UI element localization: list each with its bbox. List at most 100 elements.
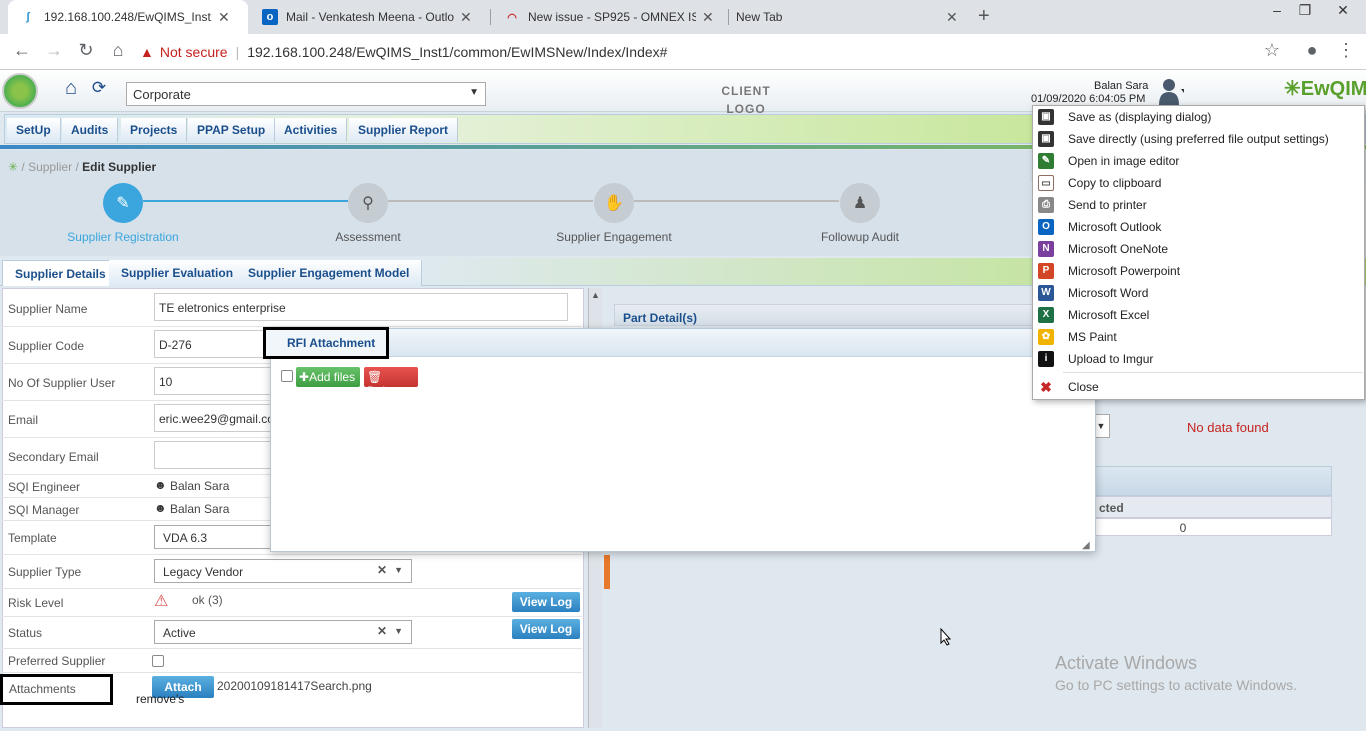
menu-item-word[interactable]: W Microsoft Word <box>1033 282 1364 304</box>
supplier-code-field[interactable]: D-276 <box>154 330 272 358</box>
menu-activities[interactable]: Activities <box>275 118 348 142</box>
tab-close-icon[interactable]: ✕ <box>702 9 714 26</box>
menu-setup[interactable]: SetUp <box>7 118 61 142</box>
forward-arrow-icon[interactable]: → <box>42 40 66 61</box>
chevron-down-icon: ▼ <box>394 565 403 575</box>
delete-button[interactable]: 🗑Delete <box>364 367 418 398</box>
tab-supplier-details[interactable]: Supplier Details <box>2 260 119 286</box>
imgur-icon: i <box>1038 351 1054 367</box>
menu-item-save-as[interactable]: ▣ Save as (displaying dialog) <box>1033 106 1364 128</box>
no-supplier-user-label: No Of Supplier User <box>8 376 116 390</box>
template-select[interactable]: VDA 6.3 <box>154 525 272 549</box>
menu-item-onenote[interactable]: N Microsoft OneNote <box>1033 238 1364 260</box>
tab-supplier-engagement-model[interactable]: Supplier Engagement Model <box>236 260 423 286</box>
not-secure-label: Not secure <box>159 44 228 60</box>
menu-item-close[interactable]: ✖ Close <box>1033 376 1364 398</box>
supplier-type-value: Legacy Vendor <box>163 565 244 579</box>
back-arrow-icon[interactable]: ← <box>10 40 34 61</box>
menu-projects[interactable]: Projects <box>121 118 188 142</box>
refresh-button-icon[interactable]: ⟳ <box>86 75 112 101</box>
view-log-button[interactable]: View Log <box>512 592 580 612</box>
reload-icon[interactable]: ↻ <box>74 40 98 61</box>
menu-item-printer[interactable]: ⎙ Send to printer <box>1033 194 1364 216</box>
tab-close-icon[interactable]: ✕ <box>218 9 230 26</box>
tab-supplier-evaluation[interactable]: Supplier Evaluation <box>109 260 247 286</box>
menu-ppap-setup[interactable]: PPAP Setup <box>188 118 276 142</box>
rfi-attachment-dialog <box>270 328 1096 552</box>
menu-audits[interactable]: Audits <box>62 118 119 142</box>
tab-title: Mail - Venkatesh Meena - Outloo <box>286 10 454 24</box>
risk-level-label: Risk Level <box>8 596 64 610</box>
menu-item-imgur[interactable]: i Upload to Imgur <box>1033 348 1364 370</box>
menu-supplier-report[interactable]: Supplier Report <box>349 118 459 142</box>
supplier-type-select[interactable]: Legacy Vendor ✕ ▼ <box>154 559 412 583</box>
menu-item-save-directly[interactable]: ▣ Save directly (using preferred file ou… <box>1033 128 1364 150</box>
registration-step-icon[interactable]: ✎ <box>103 183 143 223</box>
brand-text: EwQIMS <box>1300 78 1366 100</box>
wizard-step-label[interactable]: Supplier Registration <box>43 230 203 244</box>
ewqims-favicon-icon: ʃ <box>26 11 30 23</box>
browser-menu-icon[interactable]: ⋮ <box>1334 40 1358 61</box>
assessment-step-icon[interactable]: ⚲ <box>348 183 388 223</box>
home-button-icon[interactable]: ⌂ <box>58 75 84 101</box>
clear-icon[interactable]: ✕ <box>377 624 387 638</box>
omnibox[interactable]: ▲ Not secure | 192.168.100.248/EwQIMS_In… <box>140 38 1290 66</box>
clipboard-icon: ▭ <box>1038 175 1054 191</box>
delete-label: Delete <box>367 384 402 398</box>
company-select[interactable]: Corporate ▼ <box>126 82 486 106</box>
splitter-handle[interactable] <box>604 555 610 589</box>
browser-tab-mail[interactable]: o Mail - Venkatesh Meena - Outloo ✕ <box>250 0 490 34</box>
redmine-favicon-icon: ◠ <box>507 11 517 24</box>
menu-item-clipboard[interactable]: ▭ Copy to clipboard <box>1033 172 1364 194</box>
bookmark-star-icon[interactable]: ☆ <box>1260 40 1284 61</box>
followup-step-icon[interactable]: ♟ <box>840 183 880 223</box>
engagement-step-icon[interactable]: ✋ <box>594 183 634 223</box>
status-select[interactable]: Active ✕ ▼ <box>154 620 412 644</box>
menu-item-image-editor[interactable]: ✎ Open in image editor <box>1033 150 1364 172</box>
browser-tab-new[interactable]: New Tab ✕ <box>730 0 962 34</box>
secondary-email-field[interactable] <box>154 441 272 469</box>
menu-item-excel[interactable]: X Microsoft Excel <box>1033 304 1364 326</box>
template-label: Template <box>8 531 57 545</box>
breadcrumb-supplier[interactable]: Supplier <box>28 160 72 174</box>
printer-icon: ⎙ <box>1038 197 1054 213</box>
menu-item-label: Upload to Imgur <box>1068 352 1154 366</box>
brand-logo: ✳EwQIMS <box>1284 76 1366 101</box>
browser-tab-issue[interactable]: ◠ New issue - SP925 - OMNEX ISSU ✕ <box>492 0 728 34</box>
resize-handle-icon[interactable]: ◢ <box>1082 540 1090 551</box>
user-avatar-icon[interactable] <box>1158 77 1184 105</box>
wizard-step-label[interactable]: Followup Audit <box>780 230 940 244</box>
tab-title: New issue - SP925 - OMNEX ISSU <box>528 10 696 24</box>
view-log-button[interactable]: View Log <box>512 619 580 639</box>
breadcrumb-home-icon[interactable]: ✳ <box>8 160 18 174</box>
supplier-name-field[interactable]: TE eletronics enterprise <box>154 293 568 321</box>
minimize-icon[interactable]: – <box>1262 2 1292 18</box>
add-files-button[interactable]: ✚Add files <box>296 367 360 387</box>
select-all-checkbox[interactable] <box>281 370 293 382</box>
new-tab-button[interactable]: + <box>978 5 990 28</box>
wizard-line <box>634 200 839 202</box>
wizard-step-label[interactable]: Supplier Engagement <box>534 230 694 244</box>
home-icon[interactable]: ⌂ <box>106 40 130 61</box>
scroll-up-icon[interactable]: ▲ <box>591 290 600 300</box>
menu-item-outlook[interactable]: O Microsoft Outlook <box>1033 216 1364 238</box>
menu-item-label: Save as (displaying dialog) <box>1068 110 1212 124</box>
maximize-icon[interactable]: ❐ <box>1290 2 1320 19</box>
tab-close-icon[interactable]: ✕ <box>946 9 958 26</box>
rfi-dialog-header <box>271 329 1095 357</box>
wizard-step-label[interactable]: Assessment <box>288 230 448 244</box>
window-close-icon[interactable]: ✕ <box>1328 2 1358 19</box>
profile-icon[interactable]: ● <box>1300 40 1324 61</box>
tab-divider <box>490 9 491 25</box>
email-field[interactable]: eric.wee29@gmail.co <box>154 404 274 432</box>
clear-icon[interactable]: ✕ <box>377 563 387 577</box>
no-supplier-user-field[interactable]: 10 <box>154 367 272 395</box>
attached-file-link[interactable]: 20200109181417Search.png <box>217 679 372 693</box>
preferred-supplier-checkbox[interactable] <box>152 655 164 667</box>
tab-close-icon[interactable]: ✕ <box>460 9 472 26</box>
menu-item-label: Microsoft OneNote <box>1068 242 1169 256</box>
menu-item-paint[interactable]: ✿ MS Paint <box>1033 326 1364 348</box>
menu-item-powerpoint[interactable]: P Microsoft Powerpoint <box>1033 260 1364 282</box>
browser-tab-active[interactable]: ʃ 192.168.100.248/EwQIMS_Inst1/c ✕ <box>8 0 248 34</box>
user-name: Balan Sara <box>1094 80 1149 92</box>
